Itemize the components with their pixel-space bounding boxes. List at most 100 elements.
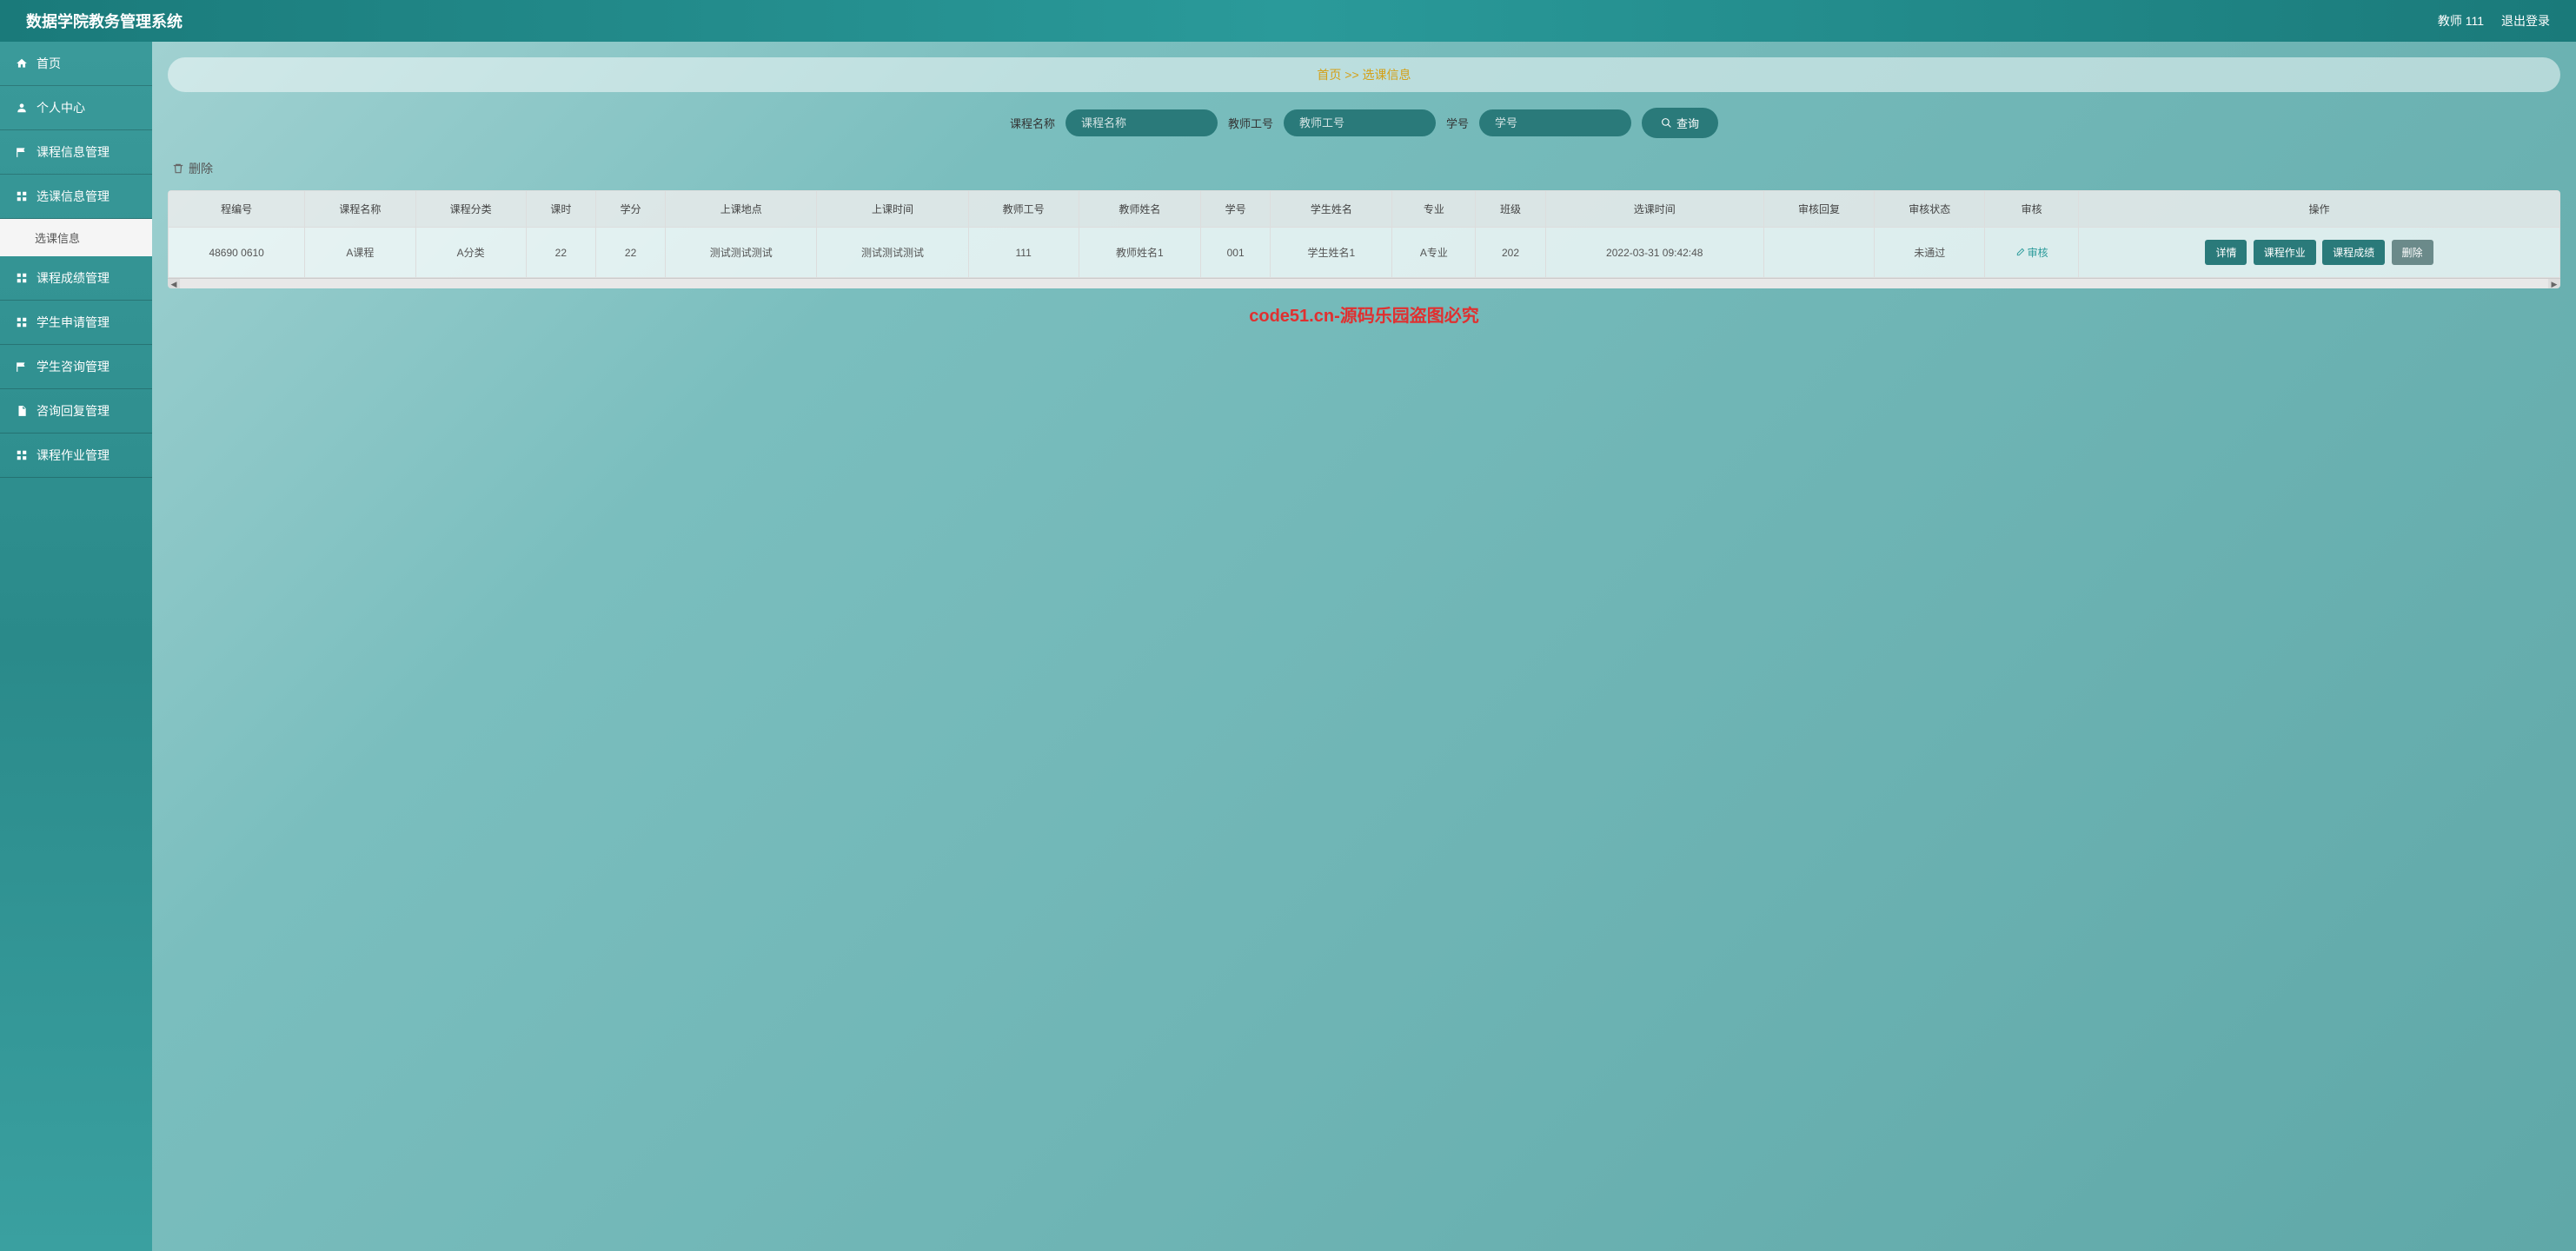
grid-icon bbox=[16, 272, 28, 284]
th-10: 学生姓名 bbox=[1271, 191, 1392, 228]
student-input[interactable] bbox=[1479, 109, 1631, 136]
sidebar-item-consult-reply[interactable]: 咨询回复管理 bbox=[0, 389, 152, 434]
sidebar-item-label: 课程作业管理 bbox=[37, 447, 110, 464]
sidebar-item-label: 学生申请管理 bbox=[37, 314, 110, 331]
sidebar-item-label: 选课信息管理 bbox=[37, 188, 110, 205]
grade-button[interactable]: 课程成绩 bbox=[2322, 240, 2385, 265]
user-label[interactable]: 教师 111 bbox=[2438, 12, 2484, 30]
search-button-label: 查询 bbox=[1676, 115, 1699, 131]
table-header-row: 程编号 课程名称 课程分类 课时 学分 上课地点 上课时间 教师工号 教师姓名 … bbox=[169, 191, 2560, 228]
horizontal-scrollbar[interactable]: ◀ ▶ bbox=[168, 278, 2560, 288]
sidebar-item-label: 课程信息管理 bbox=[37, 143, 110, 161]
edit-icon bbox=[2015, 248, 2025, 257]
th-17: 操作 bbox=[2078, 191, 2559, 228]
th-6: 上课时间 bbox=[817, 191, 968, 228]
logout-link[interactable]: 退出登录 bbox=[2501, 12, 2550, 30]
th-13: 选课时间 bbox=[1545, 191, 1763, 228]
sidebar-item-home[interactable]: 首页 bbox=[0, 42, 152, 86]
grid-icon bbox=[16, 449, 28, 461]
table-row: 48690 0610 A课程 A分类 22 22 测试测试测试 测试测试测试 1… bbox=[169, 228, 2560, 278]
sidebar-item-homework[interactable]: 课程作业管理 bbox=[0, 434, 152, 478]
flag-icon bbox=[16, 146, 28, 158]
td-major: A专业 bbox=[1392, 228, 1476, 278]
header-right: 教师 111 退出登录 bbox=[2438, 12, 2550, 30]
grid-icon bbox=[16, 316, 28, 328]
scroll-left-arrow-icon[interactable]: ◀ bbox=[168, 279, 180, 288]
delete-button-label: 删除 bbox=[189, 160, 213, 177]
td-audit: 审核 bbox=[1985, 228, 2079, 278]
th-12: 班级 bbox=[1476, 191, 1545, 228]
th-2: 课程分类 bbox=[415, 191, 526, 228]
search-bar: 课程名称 教师工号 学号 查询 bbox=[168, 108, 2560, 138]
td-audit-reply bbox=[1763, 228, 1874, 278]
delete-button[interactable]: 删除 bbox=[168, 156, 217, 182]
td-actions: 详情 课程作业 课程成绩 删除 bbox=[2078, 228, 2559, 278]
th-3: 课时 bbox=[526, 191, 595, 228]
td-audit-status: 未通过 bbox=[1875, 228, 1985, 278]
sidebar-subitem-select-info[interactable]: 选课信息 bbox=[0, 219, 152, 256]
home-icon bbox=[16, 57, 28, 70]
sidebar-item-label: 课程成绩管理 bbox=[37, 269, 110, 287]
sidebar-item-label: 首页 bbox=[37, 55, 61, 72]
audit-link[interactable]: 审核 bbox=[2015, 245, 2048, 260]
homework-button[interactable]: 课程作业 bbox=[2254, 240, 2316, 265]
td-teacher-id: 111 bbox=[968, 228, 1079, 278]
header: 数据学院教务管理系统 教师 111 退出登录 bbox=[0, 0, 2576, 42]
search-icon bbox=[1661, 117, 1672, 129]
user-icon bbox=[16, 102, 28, 114]
td-hours: 22 bbox=[526, 228, 595, 278]
th-7: 教师工号 bbox=[968, 191, 1079, 228]
td-class: 202 bbox=[1476, 228, 1545, 278]
th-4: 学分 bbox=[595, 191, 665, 228]
td-time: 测试测试测试 bbox=[817, 228, 968, 278]
sidebar-item-select-course[interactable]: 选课信息管理 bbox=[0, 175, 152, 219]
sidebar-item-student-consult[interactable]: 学生咨询管理 bbox=[0, 345, 152, 389]
th-15: 审核状态 bbox=[1875, 191, 1985, 228]
td-select-time: 2022-03-31 09:42:48 bbox=[1545, 228, 1763, 278]
sidebar-item-grade[interactable]: 课程成绩管理 bbox=[0, 256, 152, 301]
audit-link-label: 审核 bbox=[2028, 245, 2048, 260]
course-label: 课程名称 bbox=[1010, 115, 1055, 131]
th-14: 审核回复 bbox=[1763, 191, 1874, 228]
main: 首页 >> 选课信息 课程名称 教师工号 学号 查询 删除 bbox=[152, 42, 2576, 1251]
container: 首页 个人中心 课程信息管理 选课信息管理 选课信息 课程成绩管理 学生申请管理… bbox=[0, 42, 2576, 1251]
doc-icon bbox=[16, 405, 28, 417]
sidebar-item-profile[interactable]: 个人中心 bbox=[0, 86, 152, 130]
detail-button[interactable]: 详情 bbox=[2205, 240, 2247, 265]
scroll-right-arrow-icon[interactable]: ▶ bbox=[2548, 279, 2560, 288]
sidebar-item-course-info[interactable]: 课程信息管理 bbox=[0, 130, 152, 175]
td-course-id: 48690 0610 bbox=[169, 228, 305, 278]
td-teacher-name: 教师姓名1 bbox=[1079, 228, 1200, 278]
td-student-name: 学生姓名1 bbox=[1271, 228, 1392, 278]
app-title: 数据学院教务管理系统 bbox=[26, 10, 183, 32]
row-delete-button[interactable]: 删除 bbox=[2392, 240, 2433, 265]
table-wrap: 程编号 课程名称 课程分类 课时 学分 上课地点 上课时间 教师工号 教师姓名 … bbox=[168, 190, 2560, 288]
sidebar-subitem-label: 选课信息 bbox=[35, 232, 80, 245]
student-label: 学号 bbox=[1446, 115, 1469, 131]
th-5: 上课地点 bbox=[666, 191, 817, 228]
th-11: 专业 bbox=[1392, 191, 1476, 228]
th-16: 审核 bbox=[1985, 191, 2079, 228]
grid-icon bbox=[16, 190, 28, 202]
teacher-label: 教师工号 bbox=[1228, 115, 1273, 131]
search-button[interactable]: 查询 bbox=[1642, 108, 1718, 138]
breadcrumb-text: 首页 >> 选课信息 bbox=[1317, 68, 1411, 82]
flag-icon bbox=[16, 361, 28, 373]
sidebar: 首页 个人中心 课程信息管理 选课信息管理 选课信息 课程成绩管理 学生申请管理… bbox=[0, 42, 152, 1251]
trash-icon bbox=[172, 162, 184, 175]
sidebar-item-label: 学生咨询管理 bbox=[37, 358, 110, 375]
sidebar-item-label: 咨询回复管理 bbox=[37, 402, 110, 420]
td-location: 测试测试测试 bbox=[666, 228, 817, 278]
course-input[interactable] bbox=[1066, 109, 1218, 136]
teacher-input[interactable] bbox=[1284, 109, 1436, 136]
breadcrumb: 首页 >> 选课信息 bbox=[168, 57, 2560, 92]
th-1: 课程名称 bbox=[305, 191, 415, 228]
td-course-name: A课程 bbox=[305, 228, 415, 278]
watermark-text: code51.cn-源码乐园盗图必究 bbox=[168, 301, 2560, 327]
th-9: 学号 bbox=[1200, 191, 1270, 228]
sidebar-item-student-apply[interactable]: 学生申请管理 bbox=[0, 301, 152, 345]
td-student-id: 001 bbox=[1200, 228, 1270, 278]
td-credits: 22 bbox=[595, 228, 665, 278]
td-course-cat: A分类 bbox=[415, 228, 526, 278]
sidebar-item-label: 个人中心 bbox=[37, 99, 85, 116]
